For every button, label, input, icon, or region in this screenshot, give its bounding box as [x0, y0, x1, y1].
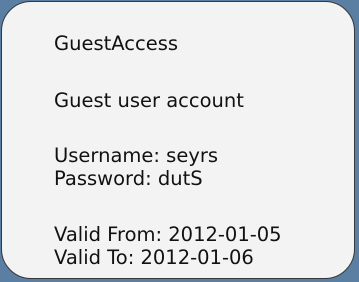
password-text: Password: dutS	[54, 167, 203, 190]
valid-from-text: Valid From: 2012-01-05	[54, 223, 282, 246]
valid-to-text: Valid To: 2012-01-06	[54, 246, 254, 269]
guest-access-card: GuestAccess Guest user account Username:…	[1, 1, 355, 279]
card-title: GuestAccess	[54, 32, 179, 55]
username-text: Username: seyrs	[54, 144, 219, 167]
account-description: Guest user account	[54, 89, 244, 112]
